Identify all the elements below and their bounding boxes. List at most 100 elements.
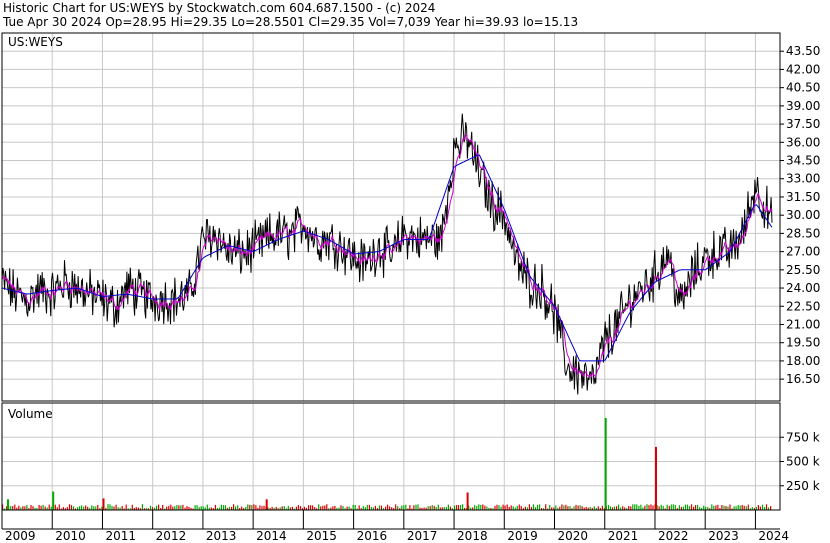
volume-bar bbox=[42, 504, 44, 510]
short-moving-average-line bbox=[1, 132, 773, 379]
volume-bar bbox=[249, 504, 251, 510]
volume-bar bbox=[638, 505, 640, 510]
volume-bar bbox=[494, 505, 496, 510]
volume-bar bbox=[326, 504, 328, 510]
x-tick-label: 2010 bbox=[55, 529, 86, 543]
x-tick-label: 2012 bbox=[156, 529, 187, 543]
volume-bar bbox=[131, 504, 133, 510]
volume-bar bbox=[678, 505, 680, 510]
volume-bar bbox=[672, 504, 674, 510]
price-tick-label: 42.00 bbox=[786, 62, 820, 76]
volume-bar bbox=[299, 506, 302, 510]
volume-bar bbox=[324, 505, 326, 510]
x-tick-label: 2022 bbox=[658, 529, 689, 543]
price-tick-label: 18.00 bbox=[786, 354, 820, 368]
volume-bar bbox=[54, 504, 56, 510]
volume-bar bbox=[281, 506, 283, 510]
volume-bar bbox=[447, 504, 449, 510]
volume-bar bbox=[48, 504, 50, 510]
volume-bar bbox=[401, 505, 403, 510]
volume-bar bbox=[214, 504, 216, 510]
volume-bar bbox=[770, 506, 772, 510]
volume-bar bbox=[196, 505, 198, 510]
price-tick-label: 33.00 bbox=[786, 172, 820, 186]
volume-bar bbox=[308, 505, 310, 510]
price-tick-label: 16.50 bbox=[786, 372, 820, 386]
volume-bar bbox=[725, 506, 727, 510]
volume-bar bbox=[241, 506, 243, 510]
volume-bar bbox=[415, 504, 417, 510]
volume-bar bbox=[573, 506, 575, 510]
volume-bar bbox=[251, 505, 253, 510]
volume-bar bbox=[528, 504, 530, 510]
volume-bar bbox=[121, 506, 123, 510]
volume-bar bbox=[739, 505, 741, 510]
volume-bar bbox=[545, 504, 547, 510]
volume-bar bbox=[512, 506, 514, 510]
price-tick-label: 24.00 bbox=[786, 281, 820, 295]
volume-bar bbox=[630, 506, 632, 510]
volume-y-axis: 750 k 500 k 250 k bbox=[780, 430, 820, 493]
volume-bar bbox=[539, 504, 541, 510]
volume-bar bbox=[745, 506, 747, 510]
volume-bar bbox=[684, 504, 687, 510]
volume-bar bbox=[395, 504, 397, 510]
x-axis: 2009 2010 2011 2012 2013 2014 2015 2016 2017 2018… bbox=[1, 510, 789, 543]
volume-bar bbox=[322, 505, 324, 510]
x-tick-label: 2014 bbox=[256, 529, 287, 543]
volume-bar bbox=[346, 506, 348, 510]
volume-bar bbox=[761, 504, 764, 510]
x-tick-label: 2024 bbox=[758, 529, 789, 543]
volume-bar bbox=[109, 504, 111, 510]
volume-bar bbox=[58, 504, 60, 510]
volume-bar bbox=[297, 505, 299, 510]
volume-bar bbox=[283, 506, 285, 510]
volume-tick-label: 500 k bbox=[786, 455, 820, 469]
volume-bar bbox=[113, 506, 115, 510]
volume-bar bbox=[713, 505, 715, 510]
volume-bar bbox=[648, 505, 650, 510]
volume-bar bbox=[93, 506, 95, 510]
price-tick-label: 30.00 bbox=[786, 208, 820, 222]
volume-bar bbox=[95, 506, 97, 510]
volume-bar bbox=[498, 505, 500, 510]
volume-bar bbox=[453, 505, 456, 510]
volume-peak-bar bbox=[265, 499, 268, 510]
volume-bar bbox=[437, 504, 439, 510]
volume-bar bbox=[115, 504, 117, 510]
volume-bar bbox=[729, 504, 731, 510]
volume-bar bbox=[613, 506, 616, 510]
volume-bar bbox=[674, 505, 676, 510]
volume-bar bbox=[759, 506, 761, 510]
price-tick-label: 21.00 bbox=[786, 317, 820, 331]
volume-bar bbox=[72, 506, 75, 510]
volume-bar bbox=[496, 504, 498, 510]
volume-bar bbox=[352, 504, 354, 510]
volume-bar bbox=[737, 504, 739, 510]
panel-frames bbox=[1, 32, 781, 530]
volume-bar bbox=[427, 506, 429, 510]
volume-bar bbox=[688, 506, 691, 510]
price-tick-label: 39.00 bbox=[786, 99, 820, 113]
volume-bar bbox=[263, 505, 265, 510]
volume-bar bbox=[97, 504, 99, 510]
volume-bar bbox=[417, 504, 419, 510]
volume-bar bbox=[476, 506, 478, 510]
volume-bar bbox=[255, 505, 257, 510]
volume-bar bbox=[628, 506, 630, 510]
volume-bar bbox=[111, 506, 113, 510]
volume-bar bbox=[715, 505, 717, 510]
volume-bar bbox=[40, 505, 42, 510]
volume-bar bbox=[397, 506, 399, 510]
volume-bar bbox=[180, 505, 182, 510]
volume-bar bbox=[235, 506, 237, 510]
volume-bar bbox=[26, 504, 28, 510]
volume-bar bbox=[310, 505, 312, 510]
volume-bar bbox=[22, 506, 24, 510]
volume-peak-bar bbox=[7, 499, 9, 510]
volume-bar bbox=[50, 506, 52, 510]
volume-bar bbox=[174, 506, 176, 510]
volume-bar bbox=[449, 506, 451, 510]
volume-bar bbox=[622, 506, 624, 510]
volume-bar bbox=[368, 504, 370, 510]
